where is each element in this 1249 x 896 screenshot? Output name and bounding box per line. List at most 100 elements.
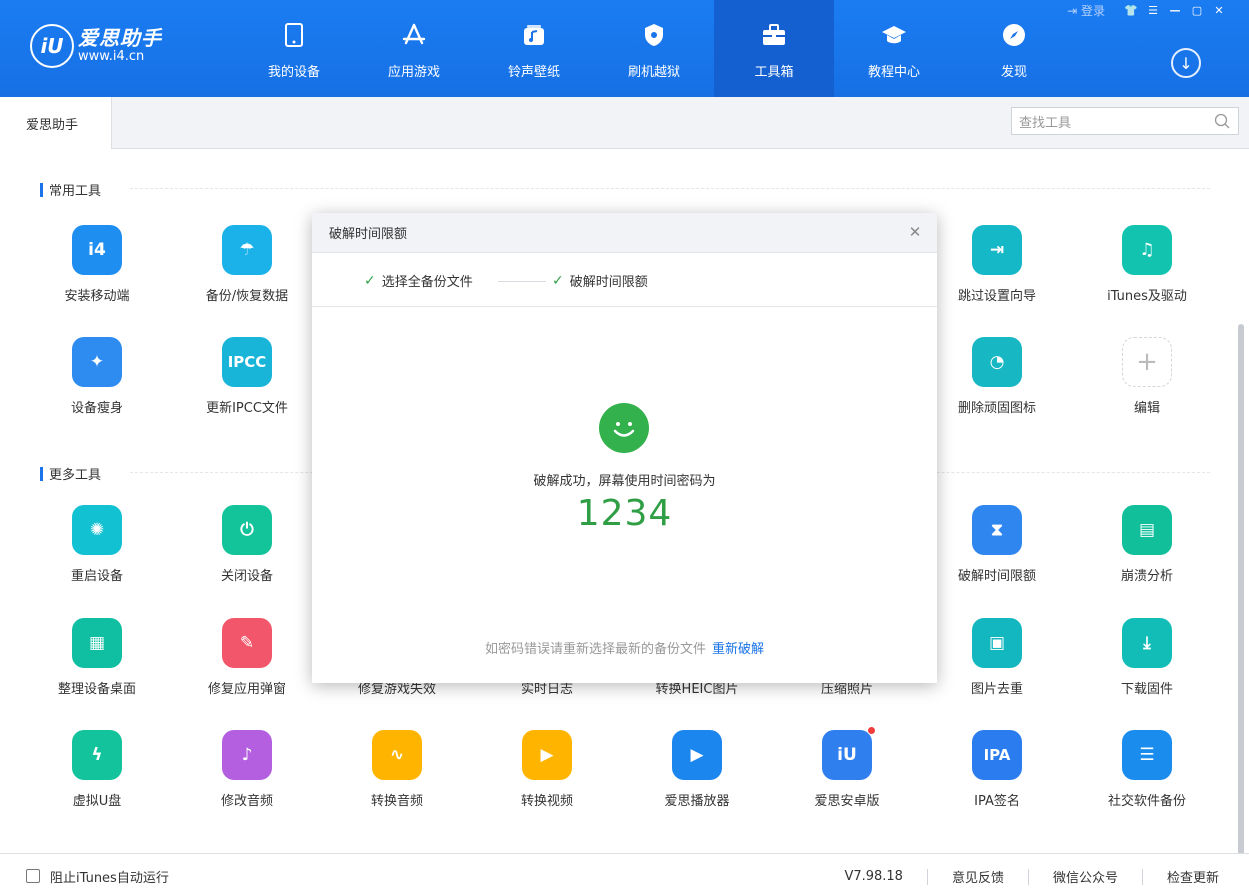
minimize-icon[interactable]: — (1165, 3, 1185, 19)
block-itunes-label[interactable]: 阻止iTunes自动运行 (50, 867, 169, 886)
section-common-tools: 常用工具 (40, 180, 101, 199)
tool-label: 崩溃分析 (1120, 569, 1173, 584)
tool-item[interactable]: IPCC 更新IPCC文件 (187, 337, 307, 416)
tool-label: 更新IPCC文件 (206, 401, 288, 416)
section-label: 常用工具 (49, 184, 102, 199)
footer-links: V7.98.18 意见反馈 微信公众号 检查更新 (844, 867, 1219, 886)
tab-i4-assistant[interactable]: 爱思助手 (0, 97, 112, 149)
step-connector (498, 281, 546, 282)
tool-item[interactable]: ▶ 爱思播放器 (637, 730, 757, 809)
check-icon: ✓ (364, 272, 376, 289)
tool-icon: IPA (972, 730, 1022, 780)
tool-label: 转换视频 (520, 794, 573, 809)
tool-item[interactable]: ▶ 转换视频 (487, 730, 607, 809)
step-label: 选择全备份文件 (381, 275, 473, 290)
tool-label: 转换音频 (370, 794, 423, 809)
step-1: ✓ 选择全备份文件 (364, 271, 473, 291)
nav-label: 工具箱 (754, 65, 794, 80)
tool-item[interactable]: + 编辑 (1087, 337, 1207, 416)
nav-flash-jailbreak[interactable]: 刷机越狱 (594, 0, 714, 97)
dialog-header: 破解时间限额 ✕ (312, 213, 937, 253)
section-label: 更多工具 (49, 468, 102, 483)
tool-icon: ▶ (672, 730, 722, 780)
search-placeholder: 查找工具 (1019, 115, 1072, 131)
tool-item[interactable]: ∿ 转换音频 (337, 730, 457, 809)
tool-icon: ⏻ (222, 505, 272, 555)
tool-item[interactable]: ✦ 设备瘦身 (37, 337, 157, 416)
music-icon (521, 22, 547, 48)
shield-icon (641, 22, 667, 48)
compass-icon (1001, 22, 1027, 48)
check-update-link[interactable]: 检查更新 (1167, 867, 1219, 886)
tool-item[interactable]: ▣ 图片去重 (937, 618, 1057, 697)
tool-icon: ☂ (222, 225, 272, 275)
tool-icon: ▤ (1122, 505, 1172, 555)
tab-bar: 爱思助手 查找工具 (0, 97, 1249, 149)
tool-label: 备份/恢复数据 (205, 289, 289, 304)
tool-item[interactable]: ♫ iTunes及驱动 (1087, 225, 1207, 304)
tool-item[interactable]: ☰ 社交软件备份 (1087, 730, 1207, 809)
tool-label: 安装移动端 (64, 289, 130, 304)
window-controls: ⇥ 登录 👕 ☰ — ▢ ✕ (1067, 2, 1229, 19)
tool-item[interactable]: ▤ 崩溃分析 (1087, 505, 1207, 584)
tool-icon: ⤓ (1122, 618, 1172, 668)
search-icon[interactable] (1214, 113, 1230, 129)
tool-icon: ▣ (972, 618, 1022, 668)
new-badge (867, 726, 876, 735)
maximize-icon[interactable]: ▢ (1187, 3, 1207, 19)
nav-my-device[interactable]: 我的设备 (234, 0, 354, 97)
tool-item[interactable]: iU 爱思安卓版 (787, 726, 907, 809)
tool-label: 关闭设备 (220, 569, 273, 584)
tool-item[interactable]: i4 安装移动端 (37, 225, 157, 304)
tool-label: 虚拟U盘 (72, 794, 122, 809)
dialog-title: 破解时间限额 (329, 227, 408, 242)
nav-toolbox[interactable]: 工具箱 (714, 0, 834, 97)
tool-item[interactable]: ✺ 重启设备 (37, 505, 157, 584)
top-bar: iU 爱思助手 www.i4.cn 我的设备 应用游戏 铃声壁纸 刷机越狱 工具… (0, 0, 1249, 97)
search-input[interactable]: 查找工具 (1011, 107, 1239, 135)
tool-icon: ♫ (1122, 225, 1172, 275)
tool-item[interactable]: ⇥ 跳过设置向导 (937, 225, 1057, 304)
login-label: 登录 (1080, 4, 1105, 18)
tool-item[interactable]: ▦ 整理设备桌面 (37, 618, 157, 697)
menu-icon[interactable]: ☰ (1143, 3, 1163, 19)
close-icon[interactable]: ✕ (907, 223, 923, 241)
i4-logo-icon: iU (30, 24, 74, 68)
tool-item[interactable]: ✎ 修复应用弹窗 (187, 618, 307, 697)
crack-time-limit-dialog: 破解时间限额 ✕ ✓ 选择全备份文件 ✓ 破解时间限额 破解成功，屏幕使用时间密… (312, 213, 937, 683)
graduation-cap-icon (881, 22, 907, 48)
tool-item[interactable]: ☂ 备份/恢复数据 (187, 225, 307, 304)
recrack-link[interactable]: 重新破解 (712, 642, 764, 657)
nav-label: 发现 (1000, 65, 1027, 80)
nav-apps-games[interactable]: 应用游戏 (354, 0, 474, 97)
tool-item[interactable]: ⤓ 下载固件 (1087, 618, 1207, 697)
tool-item[interactable]: ϟ 虚拟U盘 (37, 730, 157, 809)
download-icon[interactable]: ↓ (1171, 48, 1201, 78)
logo-name: 爱思助手 (78, 26, 162, 50)
nav-discover[interactable]: 发现 (954, 0, 1074, 97)
tool-label: 社交软件备份 (1107, 794, 1186, 809)
tool-icon: ⧗ (972, 505, 1022, 555)
login-link[interactable]: ⇥ 登录 (1067, 2, 1105, 19)
nav-ringtones[interactable]: 铃声壁纸 (474, 0, 594, 97)
success-message: 破解成功，屏幕使用时间密码为 (533, 474, 716, 489)
tool-label: 设备瘦身 (70, 401, 123, 416)
tool-label: iTunes及驱动 (1107, 289, 1187, 304)
phone-icon (281, 22, 307, 48)
tool-item[interactable]: ◔ 删除顽固图标 (937, 337, 1057, 416)
nav-tutorials[interactable]: 教程中心 (834, 0, 954, 97)
block-itunes-checkbox[interactable] (26, 869, 40, 883)
version-label: V7.98.18 (844, 869, 903, 884)
nav-label: 教程中心 (867, 65, 920, 80)
scrollbar[interactable] (1238, 324, 1244, 853)
close-icon[interactable]: ✕ (1209, 3, 1229, 19)
tool-item[interactable]: ♪ 修改音频 (187, 730, 307, 809)
tool-item[interactable]: IPA IPA签名 (937, 730, 1057, 809)
tool-label: 编辑 (1133, 401, 1160, 416)
section-more-tools: 更多工具 (40, 464, 101, 483)
feedback-link[interactable]: 意见反馈 (952, 867, 1004, 886)
wechat-link[interactable]: 微信公众号 (1053, 867, 1118, 886)
tool-item[interactable]: ⏻ 关闭设备 (187, 505, 307, 584)
tool-item[interactable]: ⧗ 破解时间限额 (937, 505, 1057, 584)
skin-icon[interactable]: 👕 (1121, 3, 1141, 19)
